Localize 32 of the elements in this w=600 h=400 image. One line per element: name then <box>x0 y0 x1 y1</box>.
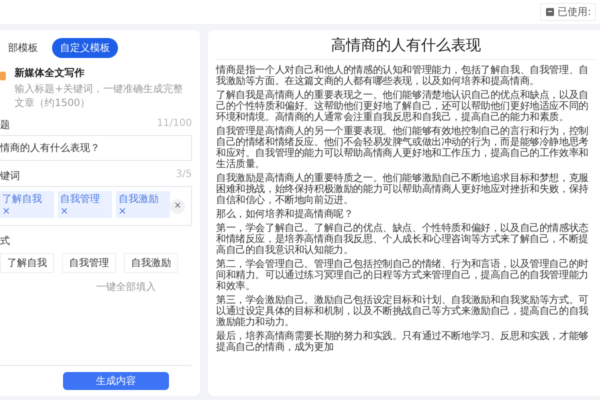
character-count: 11/100 <box>156 118 192 131</box>
field-label: 题 <box>0 119 10 132</box>
keyword-tag[interactable]: 自我激励 × <box>116 191 170 218</box>
template-tab[interactable]: 自定义模板 <box>52 38 118 58</box>
keyword-input[interactable]: 了解自我 × 自我管理 × 自我激励 × × <box>0 186 192 226</box>
article-paragraph: 情商是指一个人对自己和他人的情感的认知和管理能力，包括了解自我、自我管理、自我激励等方面。在这篇文商的人都有哪些表现，以及如何培养和提高情商。 <box>216 65 590 87</box>
template-tab[interactable]: 部模板 <box>0 38 46 58</box>
article-title: 高情商的人有什么表现 <box>216 36 596 60</box>
keyword-count: 3/5 <box>176 169 192 182</box>
generate-button[interactable]: 生成内容 <box>63 372 169 390</box>
fill-all-link[interactable]: 一键全部填入 <box>90 279 162 295</box>
article-paragraph: 自我管理是高情商人的另一个重要表现。他们能够有效地控制自己的言行和行为，控制自己的情绪和情绪反应。他们不会轻易发脾气或做出冲动的行为，而是能够冷静地思考和应对。自我管理的能力可以帮助高情商人更好地和工作压力，提高自己的工作效率和生活质量。 <box>216 126 590 170</box>
article-paragraph: 了解自我是高情商人的重要表现之一。他们能够清楚地认识自己的优点和缺点，以及自己的个性特质和偏好。这帮助他们更好地了解自己，还可以帮助他们更好地适应不同的环境和情境。高情商的人通常会注重自我反思和自我己，提高自己的能力和素质。 <box>216 90 590 123</box>
suggestion-chip[interactable]: 自我激励 <box>124 253 178 273</box>
clear-button[interactable]: × <box>170 198 185 214</box>
title-input[interactable]: 情商的人有什么表现？ <box>0 135 192 161</box>
article-paragraph: 第二，学会管理自己。管理自己包括控制自己的情绪、行为和言语，以及管理自己的时间和精力。可以通过练习冥理自己的日程等方式来管理自己，提高自己的自我管理能力和效率。 <box>216 259 590 292</box>
article-paragraph: 第一，学会了解自己。了解自己的优点、缺点、个性特质和偏好，以及自己的情感状态和情绪反应，是培养高情商自我反思、个人成长和心理咨询等方式来了解自己，不断提高自己的自我意识和认知能力。 <box>216 223 590 256</box>
document-icon <box>544 7 555 17</box>
keyword-tag[interactable]: 了解自我 × <box>0 191 54 218</box>
article-paragraph: 第三，学会激励自己。激励自己包括设定目标和计划、自我激励和自我奖励等方式。可以通过设定具体的目标和机制，以及不断挑战自己等方式来激励自己，提高自己的自我激励能力和动力。 <box>216 295 590 328</box>
usage-label: 已使用: <box>558 6 591 19</box>
article-paragraph: 那么，如何培养和提高情商呢？ <box>216 209 354 220</box>
article-paragraph: 最后，培养高情商需要长期的努力和实践。只有通过不断地学习、反思和实践，才能够提高自己的情商，成为更加 <box>216 331 590 353</box>
field-label: 键词 <box>0 170 20 183</box>
suggestion-chip[interactable]: 自我管理 <box>62 253 116 273</box>
field-label: 式 <box>0 234 10 248</box>
template-description: 输入标题+关键词，一键准确生成完整文章（约1500） <box>14 82 184 110</box>
suggestion-chip[interactable]: 了解自我 <box>0 253 54 273</box>
keyword-tag[interactable]: 自我管理 × <box>58 191 112 218</box>
article-paragraph: 自我激励是高情商人的重要特质之一。他们能够激励自己不断地追求目标和梦想，克服困难和挑战，始终保持积极激励的能力可以帮助高情商人更好地应对挫折和失败，保持自信和信心，不断地向前迈进。 <box>216 173 590 206</box>
template-title: 新媒体全文写作 <box>14 66 86 80</box>
